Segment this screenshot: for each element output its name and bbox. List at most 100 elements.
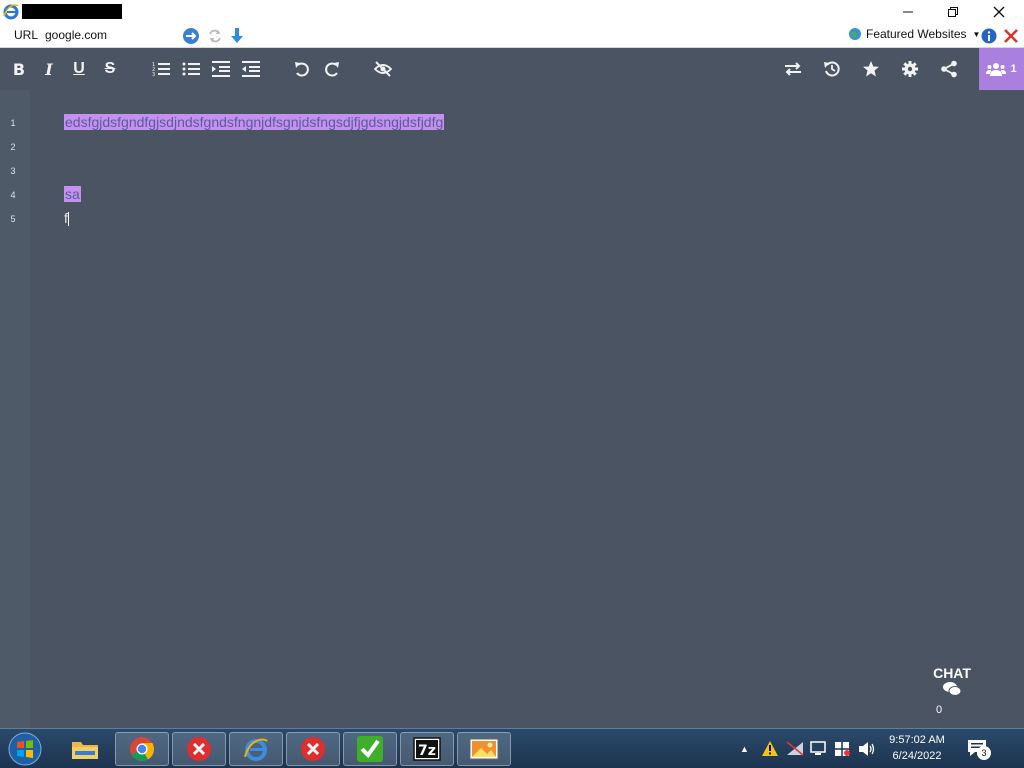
line-number: 2	[10, 142, 16, 152]
ordered-list-icon: 1 2 3	[152, 62, 170, 78]
taskbar-chrome[interactable]	[115, 732, 169, 766]
settings-button[interactable]	[897, 56, 923, 82]
chevron-up-icon: ▲	[740, 744, 749, 754]
url-label: URL	[14, 28, 39, 42]
internet-explorer-icon	[3, 4, 19, 20]
close-icon	[993, 6, 1005, 18]
notification-count-badge: 3	[977, 746, 991, 760]
folder-icon	[72, 742, 98, 759]
bold-button[interactable]: B	[6, 56, 32, 82]
document-editor[interactable]: edsfgjdsfgndfgjsdjndsfgndsfngnjdfsgnjdsf…	[30, 90, 1024, 728]
svg-text:3: 3	[152, 72, 155, 78]
undo-button[interactable]	[289, 56, 315, 82]
featured-websites-menu[interactable]: Featured Websites ▼	[848, 27, 980, 41]
volume-icon[interactable]	[858, 741, 876, 757]
bullet-list-icon	[182, 62, 200, 76]
show-hidden-icons-button[interactable]: ▲	[740, 729, 749, 768]
users-icon	[986, 63, 1007, 76]
warning-icon[interactable]	[762, 741, 778, 756]
address-bar: URL google.com Featured Websites ▼	[0, 24, 1024, 48]
import-export-button[interactable]	[780, 56, 806, 82]
gear-icon	[902, 61, 918, 77]
windows-taskbar: 7z ▲ 9:57:02 AM 6/24/2022	[0, 728, 1024, 768]
refresh-icon[interactable]	[206, 27, 224, 45]
window-titlebar	[0, 0, 1024, 24]
internet-explorer-icon	[244, 738, 268, 761]
strikethrough-button[interactable]: S	[97, 56, 123, 82]
editor-line[interactable]: f	[64, 206, 69, 230]
network-disconnected-icon[interactable]	[786, 741, 804, 756]
redo-icon	[325, 62, 339, 77]
chrome-icon	[130, 737, 155, 762]
taskbar-error-app-2[interactable]	[286, 732, 340, 766]
line-number: 4	[10, 190, 16, 200]
system-clock[interactable]: 9:57:02 AM 6/24/2022	[884, 732, 950, 764]
restore-button[interactable]	[930, 0, 976, 24]
timeslider-button[interactable]	[819, 56, 845, 82]
line-number: 1	[10, 118, 16, 128]
star-icon	[863, 61, 879, 77]
download-arrow-icon[interactable]	[228, 27, 246, 45]
globe-icon	[849, 28, 861, 40]
author-highlighted-text: edsfgjdsfgndfgjsdjndsfgndsfngnjdfsgnjdsf…	[64, 114, 445, 130]
svg-text:7z: 7z	[418, 743, 436, 759]
indent-button[interactable]	[208, 56, 234, 82]
outdent-button[interactable]	[238, 56, 264, 82]
clock-time: 9:57:02 AM	[889, 734, 945, 746]
save-revision-button[interactable]	[858, 56, 884, 82]
editor-line[interactable]: edsfgjdsfgndfgjsdjndsfgndsfngnjdfsgnjdsf…	[64, 110, 445, 134]
indent-icon	[212, 61, 230, 77]
url-input[interactable]: google.com	[45, 28, 107, 42]
close-window-button[interactable]	[976, 0, 1022, 24]
minimize-button[interactable]	[885, 0, 931, 24]
taskbar-checkmark-app[interactable]	[343, 732, 397, 766]
line-number: 3	[10, 166, 16, 176]
chat-unread-count: 0	[936, 704, 943, 716]
chat-button[interactable]: CHAT	[926, 665, 978, 702]
text-cursor	[67, 212, 69, 227]
redo-button[interactable]	[319, 56, 345, 82]
monitor-icon[interactable]	[810, 741, 828, 757]
go-arrow-icon[interactable]	[182, 27, 200, 45]
author-highlighted-text: sa	[64, 186, 81, 202]
chat-label: CHAT	[933, 665, 971, 681]
italic-button[interactable]: I	[36, 56, 62, 82]
7zip-icon: 7z	[413, 737, 441, 761]
taskbar-image-viewer[interactable]	[457, 732, 511, 766]
taskbar-file-explorer[interactable]	[58, 732, 112, 766]
taskbar-7zip[interactable]: 7z	[400, 732, 454, 766]
ordered-list-button[interactable]: 1 2 3	[148, 56, 174, 82]
swap-arrows-icon	[785, 62, 801, 76]
editor-line[interactable]: sa	[64, 182, 81, 206]
restore-icon	[948, 7, 958, 17]
taskbar-internet-explorer[interactable]	[229, 732, 283, 766]
stop-icon[interactable]	[1002, 27, 1020, 45]
clock-date: 6/24/2022	[892, 750, 942, 762]
share-icon	[941, 60, 957, 78]
image-viewer-icon	[469, 738, 499, 760]
users-button[interactable]: 1	[979, 48, 1024, 90]
error-icon	[301, 737, 325, 761]
window-title-redacted	[22, 4, 122, 19]
undo-icon	[295, 62, 309, 77]
editor-toolbar: B I U S 1 2 3	[0, 48, 1024, 90]
eye-slash-icon	[374, 61, 392, 77]
security-shield-icon[interactable]	[834, 741, 852, 757]
checkmark-icon	[357, 736, 383, 762]
bullet-list-button[interactable]	[178, 56, 204, 82]
minimize-icon	[903, 11, 913, 13]
outdent-icon	[242, 61, 260, 77]
share-button[interactable]	[936, 56, 962, 82]
history-icon	[824, 61, 840, 77]
info-icon[interactable]	[980, 27, 998, 45]
underline-button[interactable]: U	[66, 56, 92, 82]
featured-websites-label: Featured Websites	[866, 27, 967, 41]
line-number: 5	[10, 214, 16, 224]
start-button[interactable]	[5, 731, 45, 767]
users-count: 1	[1010, 63, 1017, 75]
line-number-gutter: 1 2 3 4 5	[0, 90, 30, 728]
hide-authorship-button[interactable]	[370, 56, 396, 82]
error-icon	[187, 737, 211, 761]
taskbar-error-app-1[interactable]	[172, 732, 226, 766]
chat-bubbles-icon	[943, 682, 962, 696]
